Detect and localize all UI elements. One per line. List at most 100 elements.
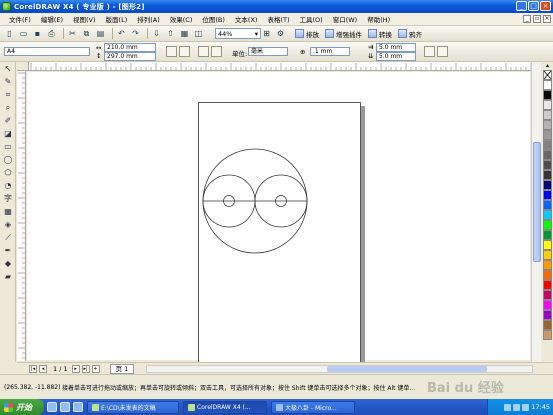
menu-table[interactable]: 表格(T)	[262, 14, 294, 24]
crop-tool-icon[interactable]: ⌗	[1, 89, 15, 101]
no-color-swatch[interactable]	[543, 70, 552, 80]
color-swatch[interactable]	[543, 330, 552, 340]
print-icon[interactable]: ⎙	[46, 28, 57, 39]
left-half-circle-top[interactable]	[202, 174, 256, 202]
arrange-plugin-button[interactable]: 排放	[295, 29, 319, 39]
color-swatch[interactable]	[543, 200, 552, 210]
color-swatch[interactable]	[543, 260, 552, 270]
color-swatch[interactable]	[543, 320, 552, 330]
left-half-circle-bottom[interactable]	[202, 200, 256, 228]
menu-layout[interactable]: 版面(L)	[101, 14, 133, 24]
document-page[interactable]	[198, 102, 361, 365]
new-document-icon[interactable]: ▯	[4, 28, 15, 39]
volume-icon[interactable]	[513, 403, 521, 411]
zoom-level-select[interactable]: 44% ▾	[215, 28, 261, 39]
color-swatch[interactable]	[543, 90, 552, 100]
page-height-input[interactable]: 297.0 mm	[104, 52, 156, 61]
menu-bitmaps[interactable]: 位图(B)	[197, 14, 230, 24]
paste-icon[interactable]: ▤	[95, 28, 106, 39]
taskbar-item-explorer[interactable]: E:\CD\未发表的文稿	[87, 400, 179, 414]
menu-tools[interactable]: 工具(O)	[295, 14, 328, 24]
save-icon[interactable]: ▪	[32, 28, 43, 39]
menu-window[interactable]: 窗口(W)	[328, 14, 363, 24]
drawing-canvas[interactable]	[27, 72, 530, 365]
all-pages-icon[interactable]	[198, 46, 209, 57]
smart-fill-tool-icon[interactable]: ◪	[1, 128, 15, 140]
pick-tool-icon[interactable]: ↖	[1, 63, 15, 75]
color-swatch[interactable]	[543, 250, 552, 260]
zoom-tool-icon[interactable]: ⌕	[1, 102, 15, 114]
eyedropper-tool-icon[interactable]: ⟋	[1, 232, 15, 244]
rectangle-tool-icon[interactable]: ▭	[1, 141, 15, 153]
copy-icon[interactable]: ⧉	[81, 28, 92, 39]
color-swatch[interactable]	[543, 210, 552, 220]
enhance-plugin-button[interactable]: 增强插件	[325, 29, 362, 39]
options-icon[interactable]	[437, 46, 448, 57]
minimize-button[interactable]: _	[516, 1, 527, 11]
doc-close-button[interactable]: ×	[543, 15, 551, 23]
quick-launch-desktop-icon[interactable]	[60, 402, 70, 412]
outline-tool-icon[interactable]: ✒	[1, 245, 15, 257]
color-swatch[interactable]	[543, 240, 552, 250]
basic-shapes-tool-icon[interactable]: ◔	[1, 180, 15, 192]
page-width-input[interactable]: 210.0 mm	[104, 43, 156, 52]
menu-help[interactable]: 帮助(H)	[362, 14, 395, 24]
clock[interactable]: 17:45	[531, 403, 550, 411]
convert-button[interactable]: 转换	[368, 29, 392, 39]
menu-text[interactable]: 文本(X)	[230, 14, 263, 24]
color-swatch[interactable]	[543, 100, 552, 110]
taskbar-item-coreldraw[interactable]: CorelDRAW X4 (...	[183, 400, 267, 414]
color-swatch[interactable]	[543, 120, 552, 130]
right-half-circle-bottom[interactable]	[254, 200, 308, 228]
right-half-circle-top[interactable]	[254, 174, 308, 202]
color-swatch[interactable]	[543, 110, 552, 120]
quick-launch-media-icon[interactable]	[73, 402, 83, 412]
text-tool-icon[interactable]: 字	[1, 193, 15, 205]
doc-restore-button[interactable]: ▫	[533, 15, 541, 23]
nudge-distance-input[interactable]: .1 mm	[310, 47, 350, 56]
first-page-icon[interactable]: |◂	[29, 364, 37, 373]
options-icon[interactable]: ⚙	[275, 28, 286, 39]
cut-icon[interactable]: ✂	[67, 28, 78, 39]
ruler-origin[interactable]	[17, 62, 29, 71]
horizontal-ruler[interactable]	[29, 62, 541, 71]
paper-preset-select[interactable]: A4	[4, 47, 90, 56]
horizontal-scroll-thumb[interactable]	[327, 365, 488, 372]
table-tool-icon[interactable]: ▦	[1, 206, 15, 218]
color-swatch[interactable]	[543, 300, 552, 310]
align-plugin-button[interactable]: 鸦齐	[398, 29, 422, 39]
previous-page-icon[interactable]: ◂	[39, 364, 47, 373]
coreldraw-app-icon[interactable]	[2, 2, 11, 11]
fill-tool-icon[interactable]: ◆	[1, 258, 15, 270]
maximize-button[interactable]: □	[528, 1, 539, 11]
landscape-orientation-icon[interactable]	[179, 46, 190, 57]
close-button[interactable]: ×	[540, 1, 551, 11]
menu-edit[interactable]: 编辑(E)	[36, 14, 68, 24]
network-icon[interactable]	[504, 403, 512, 411]
color-swatch[interactable]	[543, 280, 552, 290]
color-swatch[interactable]	[543, 130, 552, 140]
color-swatch[interactable]	[543, 310, 552, 320]
quick-launch-browser-icon[interactable]	[47, 402, 57, 412]
last-page-icon[interactable]: ▸|	[81, 364, 90, 373]
ellipse-tool-icon[interactable]: ◯	[1, 154, 15, 166]
freehand-tool-icon[interactable]: ✐	[1, 115, 15, 127]
add-page-icon[interactable]: +	[91, 364, 100, 373]
menu-arrange[interactable]: 排列(A)	[132, 14, 165, 24]
start-button[interactable]: 开始	[0, 399, 44, 415]
menu-file[interactable]: 文件(F)	[4, 14, 36, 24]
menu-view[interactable]: 视图(V)	[68, 14, 101, 24]
taskbar-item-word[interactable]: 大极八卦 - Micro...	[271, 400, 355, 414]
menu-effects[interactable]: 效果(C)	[165, 14, 198, 24]
palette-scroll-up-icon[interactable]: ▴	[542, 62, 553, 70]
input-method-icon[interactable]	[522, 403, 530, 411]
current-page-icon[interactable]	[211, 46, 222, 57]
interactive-fill-tool-icon[interactable]: ▰	[1, 271, 15, 283]
color-swatch[interactable]	[543, 160, 552, 170]
shape-tool-icon[interactable]: ✎	[1, 76, 15, 88]
color-swatch[interactable]	[543, 170, 552, 180]
undo-icon[interactable]: ↶	[116, 28, 127, 39]
interactive-blend-tool-icon[interactable]: ◈	[1, 219, 15, 231]
duplicate-x-input[interactable]: 5.0 mm	[376, 43, 416, 52]
color-swatch[interactable]	[543, 230, 552, 240]
